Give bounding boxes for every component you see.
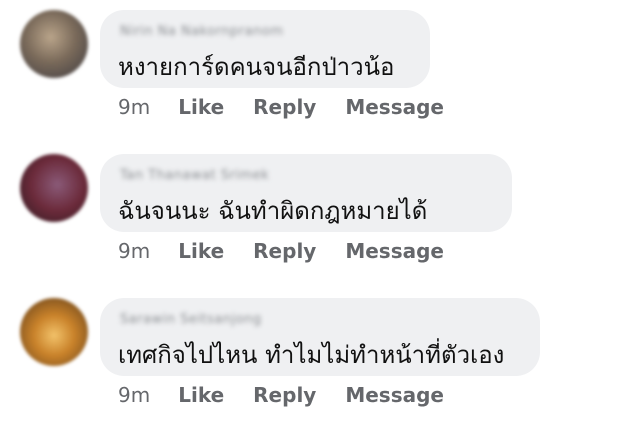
comment-actions: 9m Like Reply Message [118,238,473,264]
avatar[interactable] [20,10,88,78]
reply-button[interactable]: Reply [253,383,316,407]
comment-timestamp[interactable]: 9m [118,95,150,119]
comment-text: ฉันจนนะ ฉันทำผิดกฎหมายได้ [118,197,428,225]
like-button[interactable]: Like [178,239,224,263]
comment-bubble: Nirin Na Nakornpranom หงายการ์ดคนจนอีกป่… [100,10,430,88]
avatar[interactable] [20,298,88,366]
like-button[interactable]: Like [178,383,224,407]
comment-author[interactable]: Sarawin Seitsanjong [120,312,262,327]
comment-timestamp[interactable]: 9m [118,383,150,407]
comment-actions: 9m Like Reply Message [118,382,473,408]
comment-actions: 9m Like Reply Message [118,94,473,120]
comment-item: Nirin Na Nakornpranom หงายการ์ดคนจนอีกป่… [0,0,628,140]
message-button[interactable]: Message [345,383,444,407]
reply-button[interactable]: Reply [253,95,316,119]
comment-text: หงายการ์ดคนจนอีกป่าวน้อ [118,53,395,81]
comment-author[interactable]: Tan Thanawat Srimek [120,168,269,183]
comment-author[interactable]: Nirin Na Nakornpranom [120,24,283,39]
comment-timestamp[interactable]: 9m [118,239,150,263]
comment-item: Tan Thanawat Srimek ฉันจนนะ ฉันทำผิดกฎหม… [0,144,628,284]
message-button[interactable]: Message [345,239,444,263]
like-button[interactable]: Like [178,95,224,119]
reply-button[interactable]: Reply [253,239,316,263]
comment-item: Sarawin Seitsanjong เทศกิจไปไหน ทำไมไม่ท… [0,288,628,428]
comment-bubble: Tan Thanawat Srimek ฉันจนนะ ฉันทำผิดกฎหม… [100,154,512,232]
comment-text: เทศกิจไปไหน ทำไมไม่ทำหน้าที่ตัวเอง [118,341,505,369]
avatar[interactable] [20,154,88,222]
comment-bubble: Sarawin Seitsanjong เทศกิจไปไหน ทำไมไม่ท… [100,298,540,376]
message-button[interactable]: Message [345,95,444,119]
